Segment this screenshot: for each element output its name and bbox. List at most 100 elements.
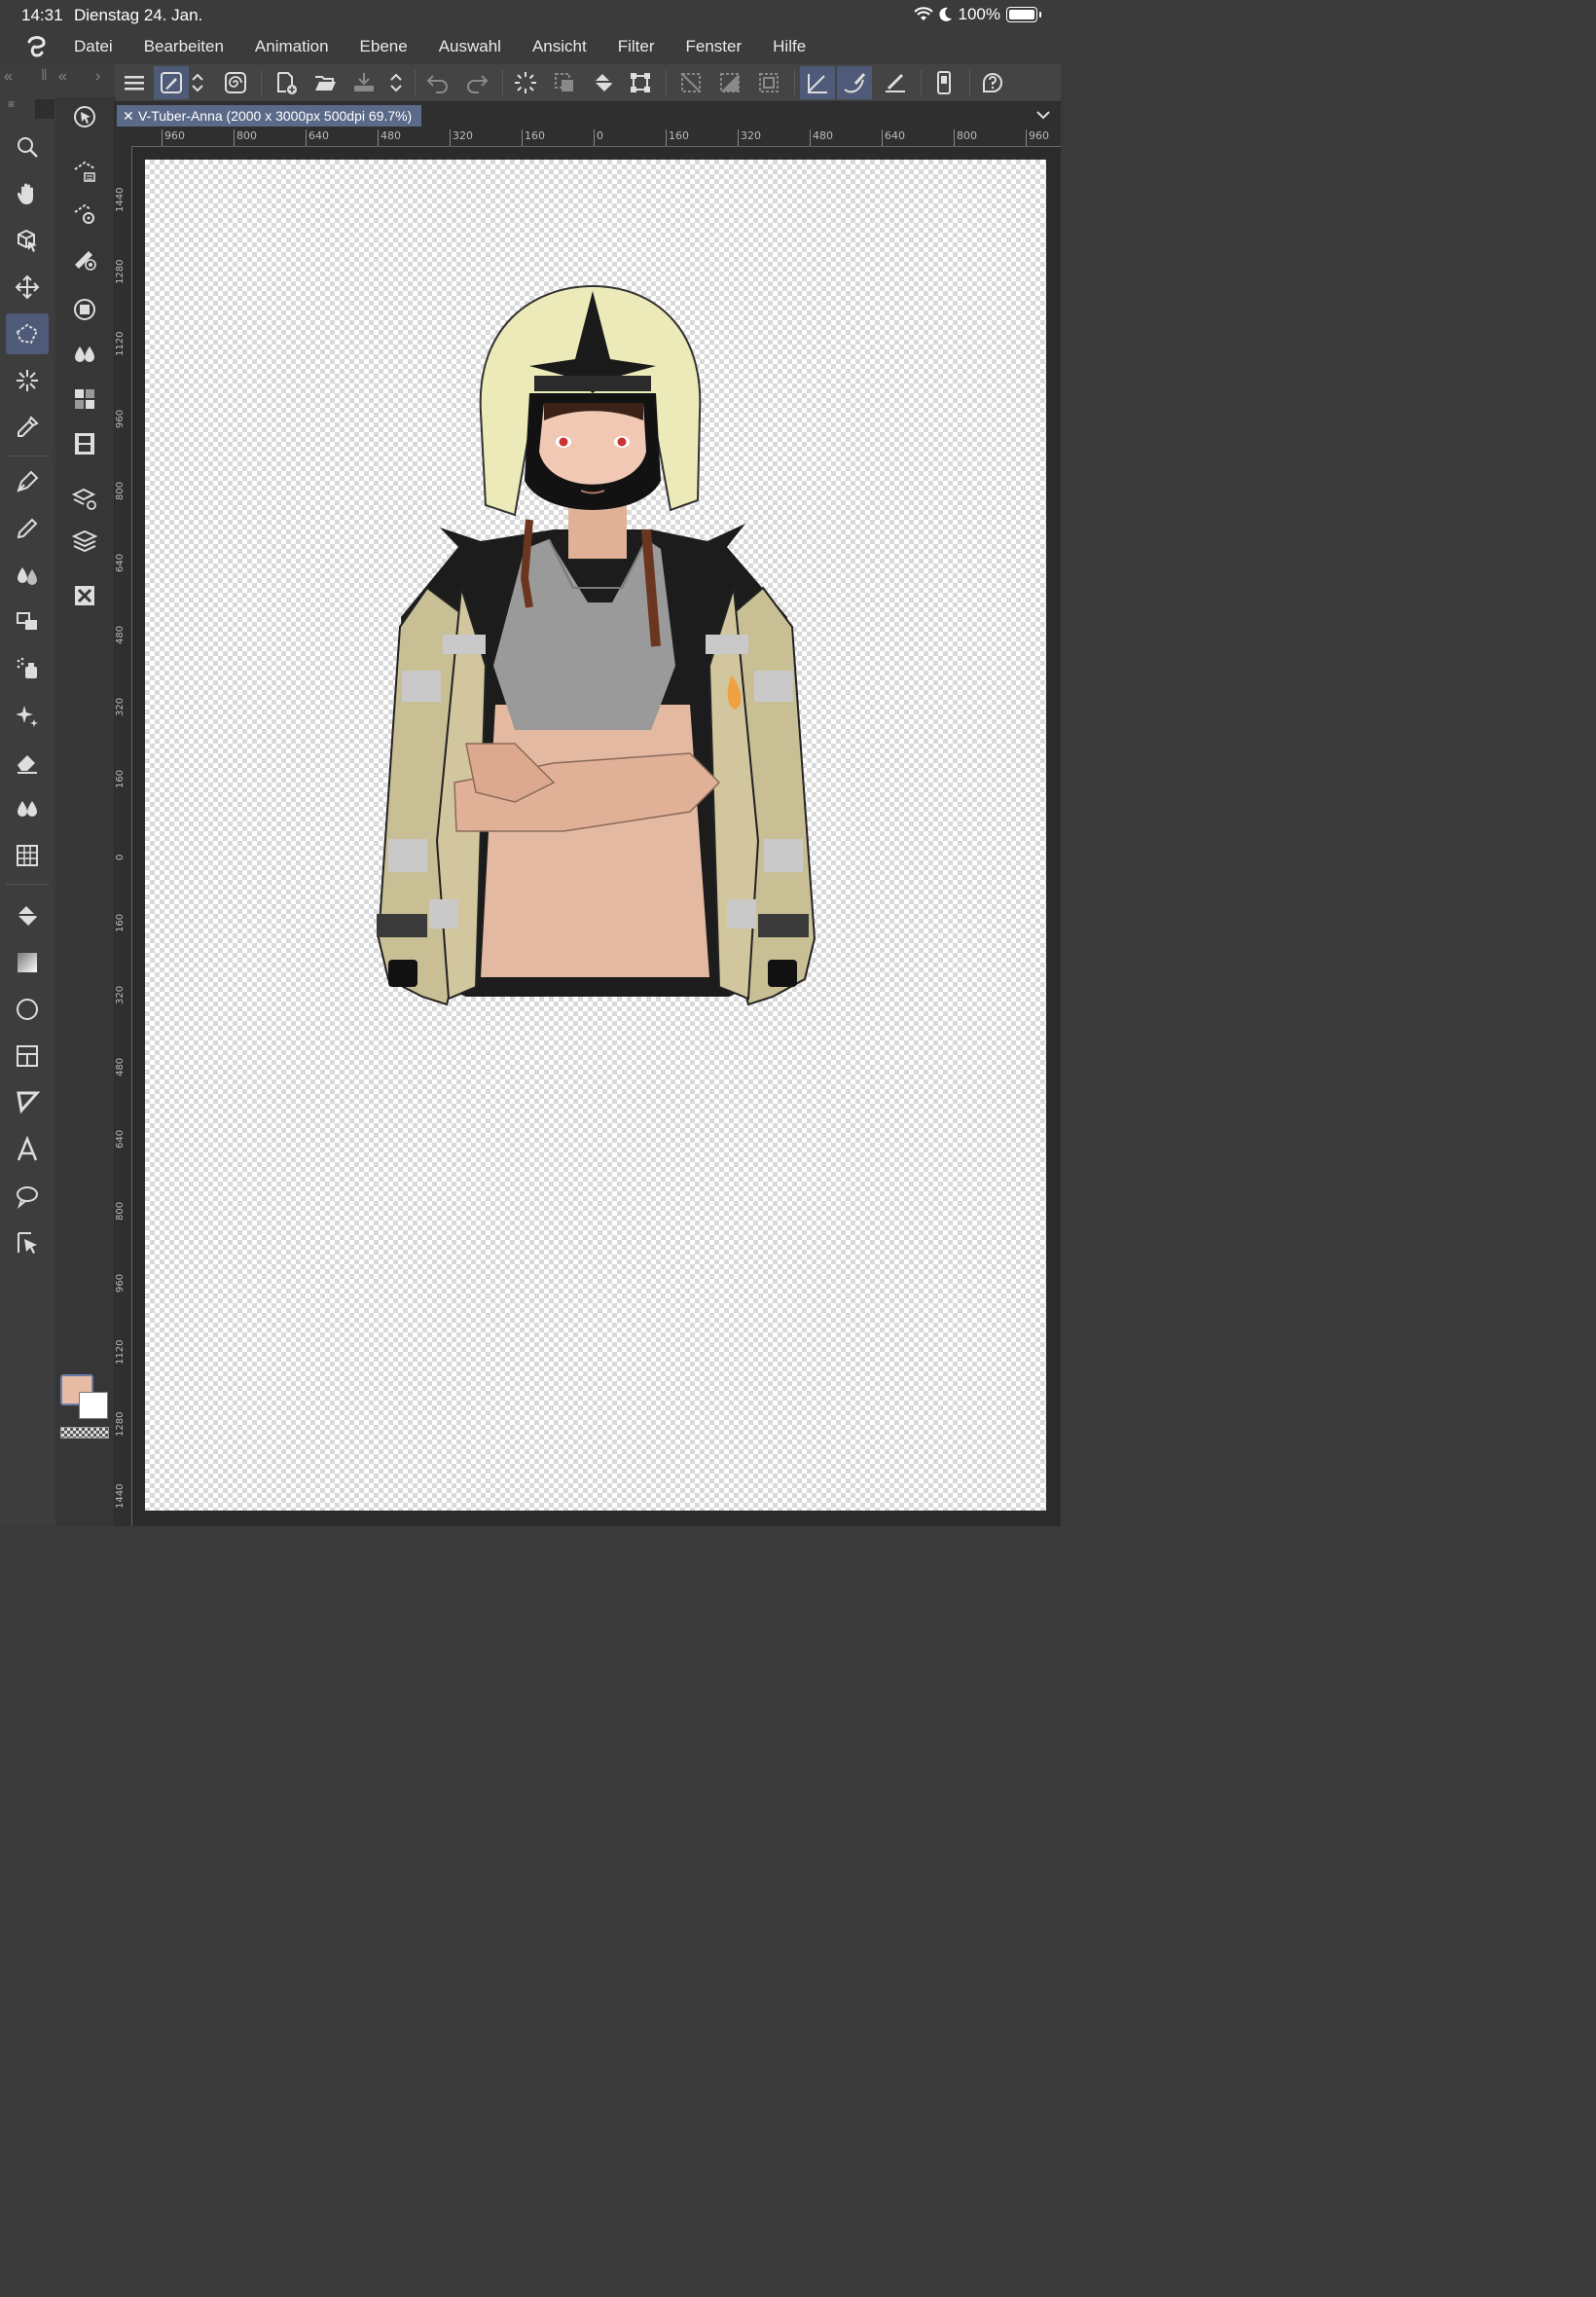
collapse-subtool-icon[interactable]: « bbox=[58, 68, 67, 86]
operation-tool[interactable] bbox=[6, 220, 49, 261]
save-button[interactable] bbox=[346, 66, 381, 99]
expand-icon[interactable]: › bbox=[95, 68, 100, 86]
help-button[interactable] bbox=[975, 66, 1010, 99]
redo-button[interactable] bbox=[459, 66, 494, 99]
correct-line-tool[interactable] bbox=[6, 1222, 49, 1263]
menu-fenster[interactable]: Fenster bbox=[686, 37, 743, 56]
balloon-tool[interactable] bbox=[6, 1176, 49, 1217]
menu-datei[interactable]: Datei bbox=[74, 37, 113, 56]
menu-auswahl[interactable]: Auswahl bbox=[439, 37, 501, 56]
open-file-button[interactable] bbox=[308, 66, 343, 99]
text-tool[interactable] bbox=[6, 1129, 49, 1170]
airbrush-tool[interactable] bbox=[6, 648, 49, 689]
menu-ansicht[interactable]: Ansicht bbox=[532, 37, 587, 56]
close-tab-icon[interactable]: ✕ bbox=[123, 108, 134, 125]
mode-switch-button[interactable] bbox=[187, 66, 208, 99]
companion-button[interactable] bbox=[218, 66, 253, 99]
decoration-tool[interactable] bbox=[6, 602, 49, 642]
collapse-left-icon[interactable]: « bbox=[4, 68, 13, 86]
status-time: 14:31 bbox=[21, 6, 63, 24]
brush-tool[interactable] bbox=[6, 555, 49, 596]
ruler-tool[interactable] bbox=[6, 1082, 49, 1123]
ruler-tick bbox=[1026, 129, 1027, 146]
selection-tool[interactable] bbox=[6, 313, 49, 354]
smartphone-connect-button[interactable] bbox=[926, 66, 961, 99]
figure-tool[interactable] bbox=[6, 989, 49, 1030]
magnifier-icon bbox=[18, 137, 38, 158]
transparent-color-swatch[interactable] bbox=[60, 1427, 109, 1439]
sub-tool-color-mix[interactable] bbox=[63, 335, 106, 374]
app-logo-icon[interactable] bbox=[19, 29, 53, 64]
sub-tool-layer-property[interactable] bbox=[63, 479, 106, 518]
invert-selection-button[interactable] bbox=[712, 66, 747, 99]
menu-filter[interactable]: Filter bbox=[618, 37, 655, 56]
vector-snap-button[interactable] bbox=[800, 66, 835, 99]
ruler-label: 1120 bbox=[115, 331, 126, 356]
sub-tool-view-rotate[interactable] bbox=[63, 97, 106, 136]
drawing-canvas[interactable] bbox=[145, 160, 1046, 1511]
blend-tool[interactable] bbox=[6, 788, 49, 829]
eraser-tool[interactable] bbox=[6, 742, 49, 783]
frame-tool[interactable] bbox=[6, 1036, 49, 1076]
sparkle-icon bbox=[16, 706, 38, 727]
selection-border-button[interactable] bbox=[751, 66, 786, 99]
sub-tool-navigator[interactable] bbox=[63, 576, 106, 615]
palette-handle-icon[interactable]: ‖ bbox=[41, 67, 48, 85]
ruler-label: 320 bbox=[741, 129, 761, 142]
zoom-tool[interactable] bbox=[6, 127, 49, 167]
perspective-tool[interactable] bbox=[6, 835, 49, 876]
selection-gear-icon bbox=[74, 203, 94, 224]
sub-tool-color-wheel[interactable] bbox=[63, 290, 106, 329]
chevron-down-icon[interactable] bbox=[1035, 109, 1051, 121]
fill-tool[interactable] bbox=[6, 895, 49, 936]
menu-bearbeiten[interactable]: Bearbeiten bbox=[144, 37, 224, 56]
transform-icon bbox=[631, 73, 650, 92]
ruler-label: 160 bbox=[115, 913, 126, 932]
pen-ruler-icon bbox=[808, 74, 827, 93]
save-options-button[interactable] bbox=[385, 66, 407, 99]
menu-hilfe[interactable]: Hilfe bbox=[773, 37, 806, 56]
ruler-label: 640 bbox=[115, 1129, 126, 1148]
palette-menu-icon[interactable]: ≡ bbox=[8, 97, 15, 111]
sub-tool-select-layer[interactable] bbox=[63, 152, 106, 191]
hamburger-icon bbox=[125, 76, 144, 91]
stabilization-button[interactable] bbox=[837, 66, 872, 99]
palette-tab[interactable] bbox=[35, 99, 54, 119]
sub-tool-select-settings[interactable] bbox=[63, 195, 106, 234]
hand-tool[interactable] bbox=[6, 173, 49, 214]
sub-tool-timeline[interactable] bbox=[63, 424, 106, 463]
loading-spinner-button[interactable] bbox=[508, 66, 543, 99]
deselect-button[interactable] bbox=[673, 66, 708, 99]
clear-selection-button[interactable] bbox=[547, 66, 582, 99]
edit-mode-button[interactable] bbox=[154, 66, 189, 99]
pencil-tool[interactable] bbox=[6, 508, 49, 549]
sub-tool-brush-size[interactable] bbox=[63, 239, 106, 278]
cube-cursor-icon bbox=[18, 229, 37, 252]
fill-button[interactable] bbox=[586, 66, 621, 99]
ruler-label: 640 bbox=[115, 553, 126, 572]
sub-tool-layers[interactable] bbox=[63, 522, 106, 561]
undo-button[interactable] bbox=[420, 66, 455, 99]
gradient-tool[interactable] bbox=[6, 942, 49, 983]
menu-animation[interactable]: Animation bbox=[255, 37, 329, 56]
document-tab[interactable]: ✕ V-Tuber-Anna (2000 x 3000px 500dpi 69.… bbox=[117, 105, 422, 127]
status-right: 100% bbox=[913, 5, 1041, 24]
new-file-button[interactable] bbox=[269, 66, 304, 99]
eyedropper-tool[interactable] bbox=[6, 407, 49, 448]
ruler-snap-button[interactable] bbox=[878, 66, 913, 99]
menu-ebene[interactable]: Ebene bbox=[360, 37, 408, 56]
fill-bucket-icon bbox=[18, 906, 37, 926]
ruler-label: 800 bbox=[115, 1201, 126, 1221]
sub-color-swatch[interactable] bbox=[79, 1392, 108, 1419]
pen-tool[interactable] bbox=[6, 461, 49, 502]
sub-tool-color-set[interactable] bbox=[63, 380, 106, 419]
color-circle-icon bbox=[74, 299, 95, 320]
transform-button[interactable] bbox=[623, 66, 658, 99]
rotate-cursor-icon bbox=[74, 106, 95, 128]
ruler-tick bbox=[810, 129, 811, 146]
move-layer-tool[interactable] bbox=[6, 267, 49, 308]
effect-tool[interactable] bbox=[6, 695, 49, 736]
deselect-icon bbox=[681, 73, 701, 92]
hamburger-menu-button[interactable] bbox=[117, 66, 152, 99]
auto-select-tool[interactable] bbox=[6, 360, 49, 401]
